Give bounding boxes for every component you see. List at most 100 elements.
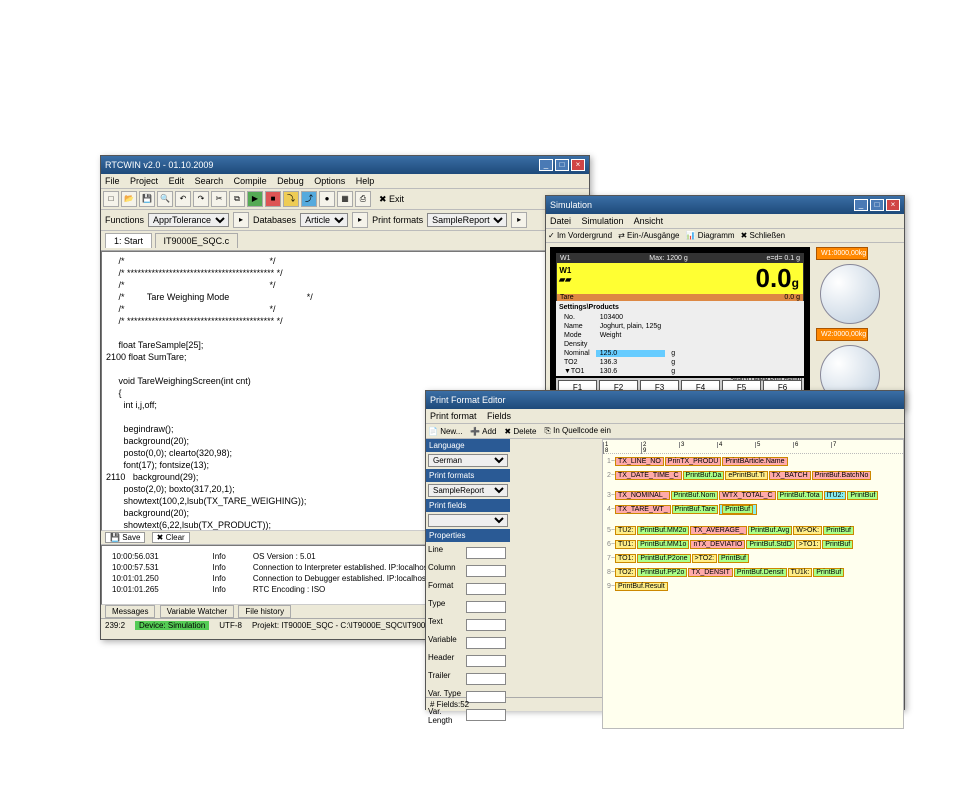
sim-btn-diagram[interactable]: 📊 Diagramm: [686, 231, 735, 240]
tool-run-icon[interactable]: ▶: [247, 191, 263, 207]
sim-maximize-button[interactable]: □: [870, 199, 884, 211]
product-row[interactable]: ▼TO1130.6g: [560, 368, 679, 375]
prop-input[interactable]: [466, 691, 506, 703]
sim-btn-io[interactable]: ⇄ Ein-/Ausgänge: [618, 231, 679, 240]
format-field[interactable]: PrintBuf.Tota: [777, 491, 823, 500]
format-field[interactable]: TU2:: [615, 526, 636, 535]
functions-select[interactable]: ApprTolerance: [148, 213, 229, 227]
format-line[interactable]: 1−TX_LINE_NOPrinTX_PRODUPrintBArticle.Na…: [603, 454, 903, 468]
format-field[interactable]: W>OK:: [793, 526, 822, 535]
menu-debug[interactable]: Debug: [277, 176, 304, 186]
product-row[interactable]: TO2136.3g: [560, 359, 679, 366]
pfe-menu-fields[interactable]: Fields: [487, 411, 511, 421]
format-field[interactable]: TX_DENSIT: [688, 568, 733, 577]
sim-menu-simulation[interactable]: Simulation: [582, 216, 624, 226]
pfe-titlebar[interactable]: Print Format Editor: [426, 391, 904, 409]
language-select[interactable]: German: [428, 454, 508, 467]
pfe-menu-printformat[interactable]: Print format: [430, 411, 477, 421]
sim-menu-datei[interactable]: Datei: [550, 216, 571, 226]
format-field[interactable]: TX_TARE_WT_: [615, 505, 671, 514]
format-field[interactable]: PrintBuf.MM2o: [637, 526, 689, 535]
format-field[interactable]: TO2:: [615, 568, 636, 577]
menu-search[interactable]: Search: [195, 176, 224, 186]
sim-knob-w1[interactable]: [820, 264, 880, 324]
format-line[interactable]: 2−TX_DATE_TIME_CPrintBuf.DaePrintBuf.TiT…: [603, 468, 903, 482]
format-field[interactable]: lTU2:: [824, 491, 847, 500]
format-field[interactable]: TU1k:: [788, 568, 813, 577]
format-field[interactable]: PrintBuf.PP2o: [637, 568, 687, 577]
format-field[interactable]: PrintBuf.Densit: [734, 568, 787, 577]
tool-find-icon[interactable]: 🔍: [157, 191, 173, 207]
format-field[interactable]: ePrintBuf.Ti: [725, 471, 767, 480]
format-field[interactable]: TX_BATCH: [769, 471, 811, 480]
prop-input[interactable]: [466, 637, 506, 649]
db-go-icon[interactable]: ▸: [352, 212, 368, 228]
format-field[interactable]: >TO1:: [796, 540, 822, 549]
format-field[interactable]: >TO2:: [692, 554, 718, 563]
sim-menu-ansicht[interactable]: Ansicht: [634, 216, 664, 226]
format-field[interactable]: PrintBuf: [823, 526, 854, 535]
sim-btn-close[interactable]: ✖ Schließen: [741, 231, 786, 240]
format-field[interactable]: PrintBuf: [813, 568, 844, 577]
tool-redo-icon[interactable]: ↷: [193, 191, 209, 207]
format-field[interactable]: PrintBuf.Result: [615, 582, 668, 591]
func-go-icon[interactable]: ▸: [233, 212, 249, 228]
tool-open-icon[interactable]: 📂: [121, 191, 137, 207]
save-button[interactable]: 💾 Save: [105, 532, 145, 543]
format-field[interactable]: PrintBuf: [722, 505, 753, 514]
pfe-source-button[interactable]: ⎘ In Quellcode ein: [544, 426, 610, 436]
pfe-add-button[interactable]: ➕ Add: [470, 427, 496, 436]
printfmt-select[interactable]: SampleReport: [427, 213, 507, 227]
format-field[interactable]: PrintBuf: [718, 554, 749, 563]
format-field[interactable]: PrintBuf: [847, 491, 878, 500]
prop-input[interactable]: [466, 655, 506, 667]
sim-product-list[interactable]: Settings\Products No.103400NameJoghurt, …: [556, 301, 804, 376]
tab-file-history[interactable]: File history: [238, 605, 291, 618]
format-field[interactable]: PrintBuf.Da: [683, 471, 725, 480]
prop-input[interactable]: [466, 565, 506, 577]
menu-file[interactable]: File: [105, 176, 120, 186]
product-row[interactable]: No.103400: [560, 314, 679, 321]
format-field[interactable]: PrintBuf: [719, 504, 757, 515]
menu-compile[interactable]: Compile: [234, 176, 267, 186]
format-field[interactable]: PrinTX_PRODU: [665, 457, 722, 466]
format-field[interactable]: PrintBuf.Tare: [672, 505, 718, 514]
format-line[interactable]: 3−TX_NOMINAL_PrintBuf.NomWTX_TOTAL_CPrin…: [603, 488, 903, 502]
format-field[interactable]: PrintBArticle.Name: [722, 457, 787, 466]
format-field[interactable]: TX_LINE_NO: [615, 457, 664, 466]
product-row[interactable]: ModeWeight: [560, 332, 679, 339]
format-field[interactable]: nTX_DEVIATIO: [690, 540, 745, 549]
sim-close-button[interactable]: ×: [886, 199, 900, 211]
tool-undo-icon[interactable]: ↶: [175, 191, 191, 207]
menu-edit[interactable]: Edit: [169, 176, 185, 186]
clear-button[interactable]: ✖ Clear: [152, 532, 190, 543]
prop-input[interactable]: [466, 673, 506, 685]
close-button[interactable]: ×: [571, 159, 585, 171]
tool-stepover-icon[interactable]: ⤴: [301, 191, 317, 207]
tab-var-watcher[interactable]: Variable Watcher: [160, 605, 234, 618]
product-row[interactable]: Density: [560, 341, 679, 348]
pf-go-icon[interactable]: ▸: [511, 212, 527, 228]
product-row[interactable]: NameJoghurt, plain, 125g: [560, 323, 679, 330]
format-field[interactable]: PrintBuf.BatchNo: [812, 471, 872, 480]
maximize-button[interactable]: □: [555, 159, 569, 171]
prop-input[interactable]: [466, 583, 506, 595]
exit-button[interactable]: Exit: [389, 194, 404, 204]
tool-cut-icon[interactable]: ✂: [211, 191, 227, 207]
format-field[interactable]: PrintBuf.StdD: [746, 540, 794, 549]
ide-titlebar[interactable]: RTCWIN v2.0 - 01.10.2009 _ □ ×: [101, 156, 589, 174]
tool-db-icon[interactable]: ▦: [337, 191, 353, 207]
tool-print-icon[interactable]: ⎙: [355, 191, 371, 207]
format-field[interactable]: TX_AVERAGE_: [690, 526, 746, 535]
tool-copy-icon[interactable]: ⧉: [229, 191, 245, 207]
pfe-canvas[interactable]: 123456789 1−TX_LINE_NOPrinTX_PRODUPrintB…: [602, 439, 904, 729]
pfe-new-button[interactable]: 📄 New...: [428, 427, 462, 436]
tool-save-icon[interactable]: 💾: [139, 191, 155, 207]
format-line[interactable]: 4−TX_TARE_WT_PrintBuf.TarePrintBuf: [603, 502, 903, 517]
tool-breakpoint-icon[interactable]: ●: [319, 191, 335, 207]
tab-messages[interactable]: Messages: [105, 605, 155, 618]
tool-new-icon[interactable]: □: [103, 191, 119, 207]
prop-input[interactable]: [466, 547, 506, 559]
format-line[interactable]: 6−TU1:PrintBuf.MM1onTX_DEVIATIOPrintBuf.…: [603, 537, 903, 551]
format-line[interactable]: 9−PrintBuf.Result: [603, 579, 903, 593]
